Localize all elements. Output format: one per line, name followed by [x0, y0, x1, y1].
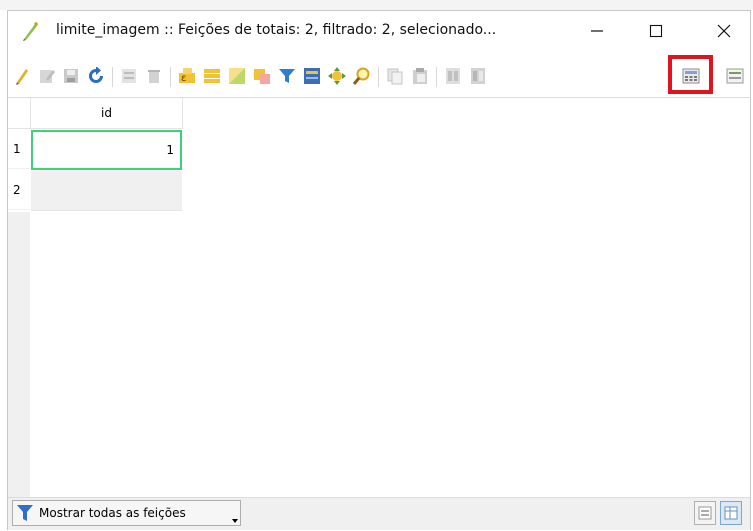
zoom-to-selection-icon[interactable] [353, 67, 371, 85]
new-field-icon[interactable] [469, 67, 487, 85]
funnel-icon [17, 505, 33, 521]
conditional-formatting-icon[interactable] [726, 67, 744, 85]
bottom-bar: Mostrar todas as feições [8, 497, 750, 530]
dropdown-arrow-icon [232, 519, 238, 523]
row-header[interactable]: 1 [8, 129, 30, 169]
qgis-app-icon [23, 22, 38, 41]
move-selection-top-icon[interactable] [303, 67, 321, 85]
attribute-table: id 1 1 2 [8, 97, 750, 498]
close-button[interactable] [701, 14, 747, 48]
table-corner[interactable] [8, 98, 31, 129]
row-header-strip [8, 212, 30, 498]
table-cell-selected[interactable]: 1 [31, 130, 182, 170]
edit-pencil-icon[interactable] [13, 67, 31, 85]
minimize-button[interactable] [574, 14, 620, 48]
toolbar-separator [378, 67, 379, 87]
copy-icon[interactable] [386, 67, 404, 85]
toolbar-separator [112, 67, 113, 87]
table-cell[interactable] [31, 171, 182, 211]
close-icon [717, 24, 731, 38]
reload-icon[interactable] [87, 67, 105, 85]
form-view-icon [698, 506, 712, 520]
window-title: limite_imagem :: Feições de totais: 2, f… [56, 22, 497, 38]
table-view-button[interactable] [720, 501, 742, 525]
maximize-icon [649, 24, 663, 38]
toolbar-separator [436, 67, 437, 87]
table-view-icon [724, 506, 738, 520]
delete-field-icon[interactable] [444, 67, 462, 85]
paste-icon[interactable] [411, 67, 429, 85]
maximize-button[interactable] [633, 14, 679, 48]
save-edits-icon[interactable] [62, 67, 80, 85]
deselect-icon[interactable] [253, 67, 271, 85]
form-view-button[interactable] [694, 501, 716, 525]
show-features-filter-button[interactable]: Mostrar todas as feições [12, 500, 241, 526]
select-all-icon[interactable] [203, 67, 221, 85]
filter-label: Mostrar todas as feições [39, 506, 186, 520]
toggle-multiedit-icon[interactable] [38, 67, 56, 85]
attribute-table-window: limite_imagem :: Feições de totais: 2, f… [7, 10, 751, 530]
pan-to-selection-icon[interactable] [328, 67, 346, 85]
svg-text:ε: ε [181, 73, 186, 84]
delete-feature-icon[interactable] [145, 67, 163, 85]
row-header[interactable]: 2 [8, 170, 30, 210]
column-header-id[interactable]: id [31, 98, 183, 129]
expression-select-icon[interactable]: ε [178, 67, 196, 85]
field-calculator-icon[interactable] [682, 67, 700, 85]
title-bar: limite_imagem :: Feições de totais: 2, f… [8, 11, 750, 51]
toolbar-separator [170, 67, 171, 87]
background-strip [0, 0, 753, 10]
add-feature-icon[interactable] [120, 67, 138, 85]
invert-selection-icon[interactable] [228, 67, 246, 85]
filter-select-icon[interactable] [278, 67, 296, 85]
minimize-icon [591, 30, 603, 32]
attribute-toolbar: ε [8, 59, 750, 93]
